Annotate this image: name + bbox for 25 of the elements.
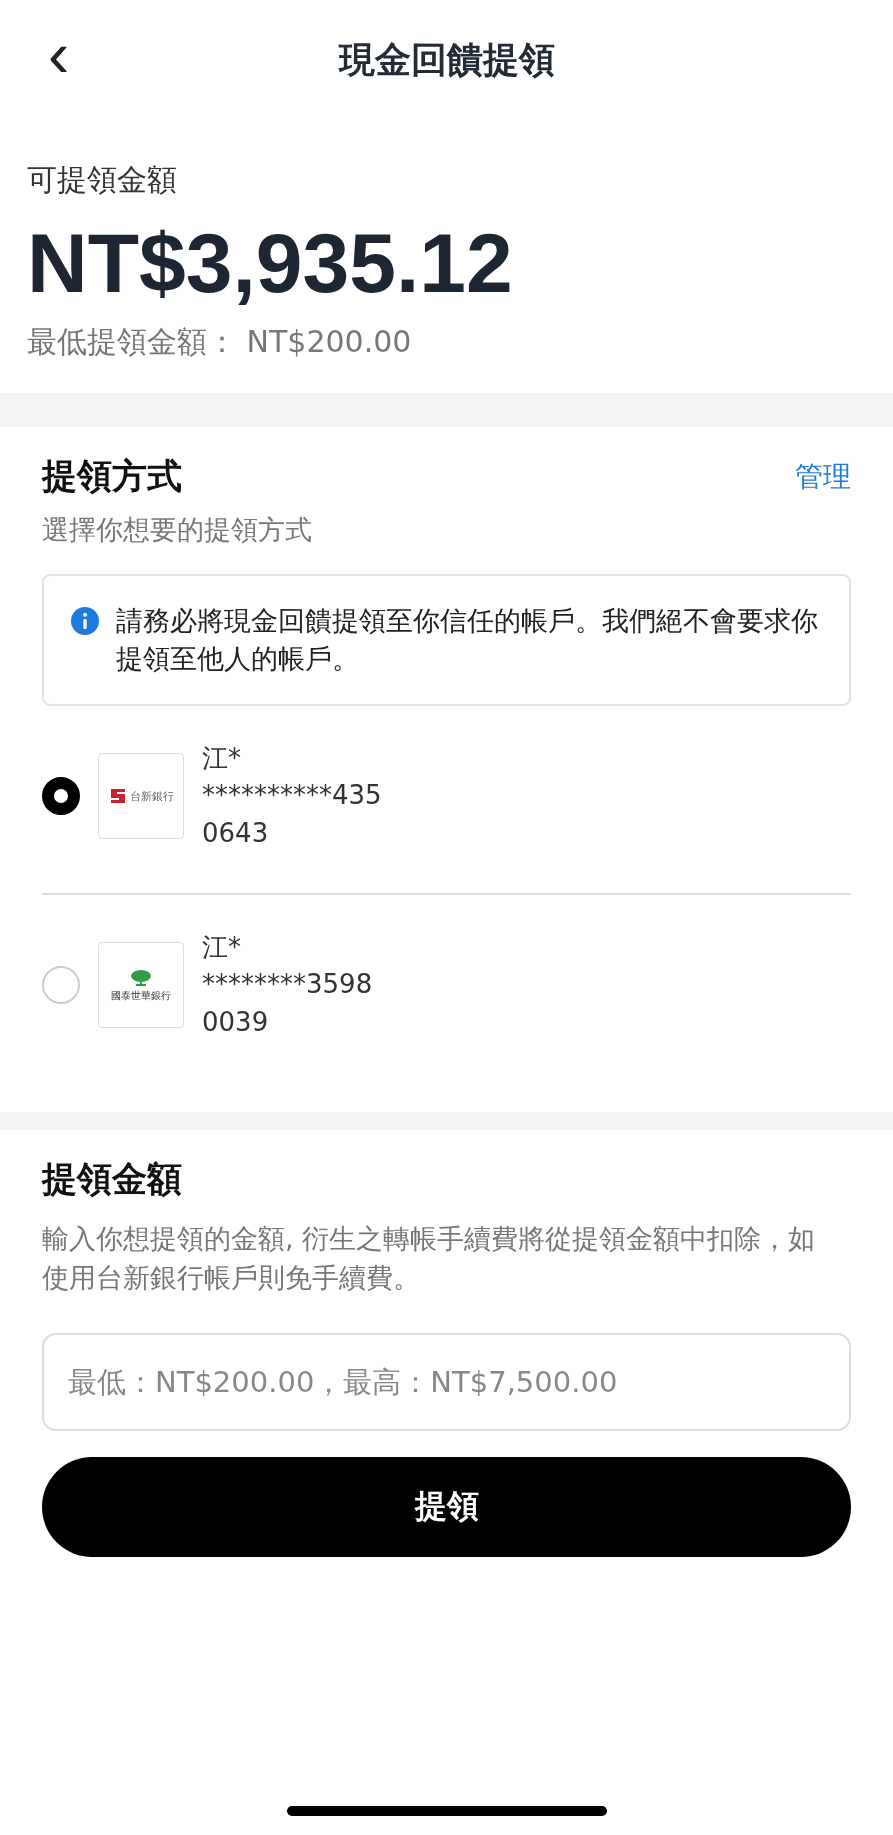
manage-link[interactable]: 管理 — [795, 457, 851, 496]
minimum-amount: 最低提領金額： NT$200.00 — [27, 323, 413, 361]
amount-description: 輸入你想提領的金額, 衍生之轉帳手續費將從提領金額中扣除，如使用台新銀行帳戶則免手續費。 — [42, 1221, 817, 1295]
section-subtitle: 選擇你想要的提領方式 — [42, 513, 313, 547]
bank-mark-icon — [108, 787, 127, 806]
branch-code: 0039 — [202, 1006, 270, 1040]
section-title: 提領金額 — [42, 1157, 183, 1201]
bank-name: 國泰世華銀行 — [111, 988, 171, 1003]
notice-text: 請務必將現金回饋提領至你信任的帳戶。我們絕不會要求你提領至他人的帳戶。 — [116, 604, 819, 676]
amount-field[interactable]: 最低：NT$200.00，最高：NT$7,500.00 — [42, 1333, 851, 1431]
branch-code: 0643 — [202, 816, 270, 850]
account-number: ********3598 — [202, 968, 373, 1002]
withdraw-button[interactable]: 提領 — [42, 1457, 851, 1557]
info-icon — [70, 606, 100, 636]
account-number: **********435 — [202, 779, 382, 813]
bank-name: 台新銀行 — [129, 788, 174, 804]
radio-button[interactable] — [42, 777, 80, 816]
account-name: 江* — [202, 930, 242, 964]
account-name: 江* — [202, 741, 242, 775]
section-title: 提領方式 — [42, 455, 182, 498]
tree-icon — [130, 967, 152, 986]
balance-amount: NT$3,935.12 — [27, 215, 514, 312]
page-title: 現金回饋提領 — [338, 37, 555, 82]
back-button[interactable]: ‹ — [40, 22, 78, 86]
balance-label: 可提領金額 — [27, 161, 178, 199]
